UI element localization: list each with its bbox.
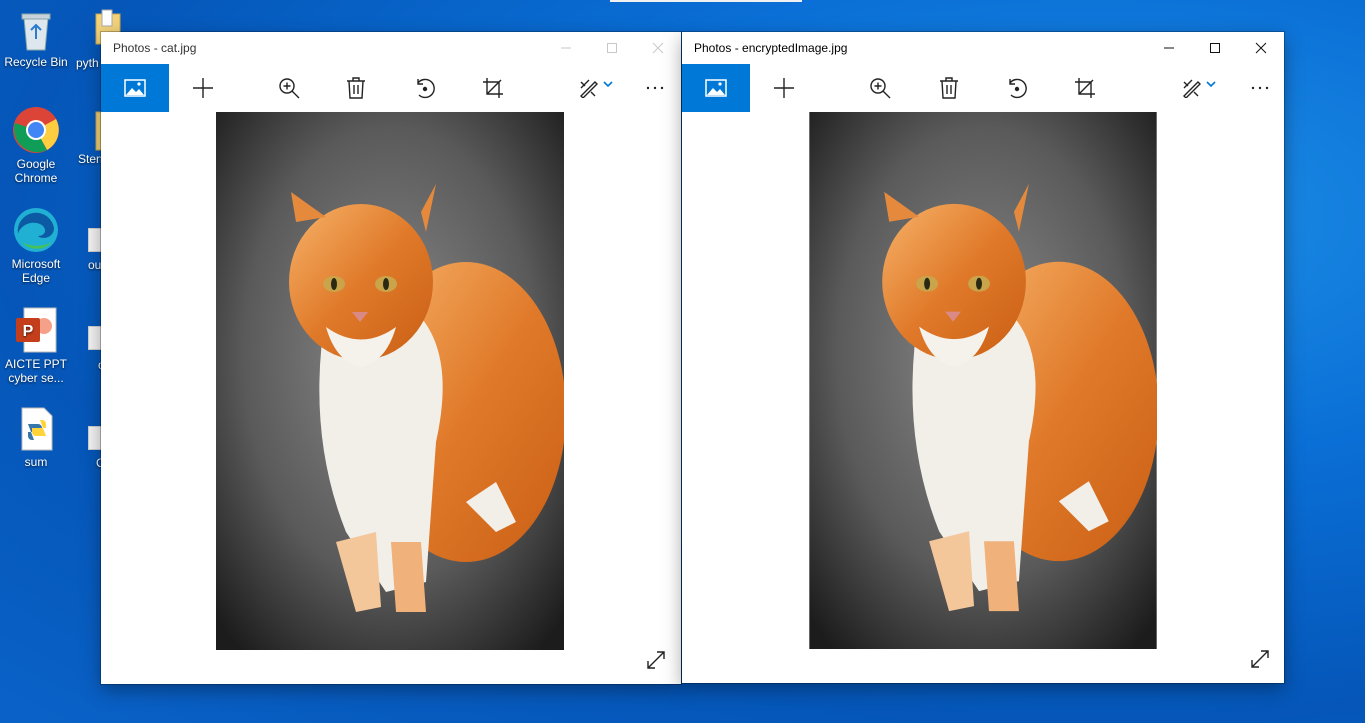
maximize-icon — [1210, 43, 1220, 53]
rotate-button[interactable] — [403, 64, 447, 112]
desktop-icon-label: pyth — [76, 56, 99, 70]
add-button[interactable] — [762, 64, 806, 112]
expand-icon — [1251, 650, 1269, 668]
minimize-button[interactable] — [1146, 32, 1192, 64]
powerpoint-icon: P — [16, 307, 57, 353]
desktop-icon-label: ou — [88, 258, 102, 272]
chrome-icon — [13, 107, 59, 153]
desktop-icon-label: Sten — [78, 152, 103, 166]
crop-icon — [483, 78, 503, 98]
desktop-icon-label: AICTE PPT cyber se... — [4, 357, 67, 385]
edge-icon — [14, 208, 58, 252]
more-button[interactable] — [633, 64, 677, 112]
title-bar[interactable]: Photos - encryptedImage.jpg — [682, 32, 1284, 64]
desktop-icon-label: Microsoft Edge — [11, 257, 61, 285]
photo-canvas[interactable] — [101, 112, 681, 684]
edit-icon — [580, 79, 598, 98]
add-icon — [774, 78, 794, 98]
delete-button[interactable] — [927, 64, 971, 112]
desktop-icon-ou[interactable]: ou — [88, 258, 101, 272]
delete-icon — [940, 77, 958, 99]
zoom-in-icon — [870, 78, 891, 99]
more-icon — [646, 86, 664, 90]
photos-toolbar — [682, 64, 1284, 112]
fullscreen-button[interactable] — [644, 648, 668, 672]
minimize-button[interactable] — [543, 32, 589, 64]
collection-button[interactable] — [682, 64, 750, 112]
close-button[interactable] — [1238, 32, 1284, 64]
image-icon — [124, 79, 146, 97]
zoom-button[interactable] — [267, 64, 311, 112]
close-icon — [652, 42, 664, 54]
add-icon — [193, 78, 213, 98]
photos-window-cat[interactable]: Photos - cat.jpg — [101, 32, 681, 684]
edit-create-button[interactable] — [1172, 64, 1226, 112]
cat-image — [216, 112, 564, 650]
more-button[interactable] — [1238, 64, 1282, 112]
desktop-icon-label: sum — [24, 455, 48, 469]
minimize-icon — [561, 47, 571, 49]
rotate-icon — [1009, 78, 1027, 99]
desktop-icon-chrome[interactable]: Google Chrome — [0, 106, 72, 185]
desktop-icon-label: Recycle Bin — [4, 55, 68, 69]
collection-button[interactable] — [101, 64, 169, 112]
taskbar-fragment — [610, 0, 802, 2]
desktop-icon-sum[interactable]: sum — [0, 406, 72, 469]
photos-toolbar — [101, 64, 681, 112]
photo-canvas[interactable] — [682, 112, 1284, 683]
desktop-icon-edge[interactable]: Microsoft Edge — [0, 206, 72, 285]
desktop-icon-label: Google Chrome — [14, 157, 58, 185]
expand-icon — [647, 651, 665, 669]
title-bar[interactable]: Photos - cat.jpg — [101, 32, 681, 64]
maximize-button[interactable] — [1192, 32, 1238, 64]
edit-icon — [1183, 79, 1201, 98]
crop-icon — [1075, 78, 1095, 98]
window-title: Photos - cat.jpg — [113, 41, 197, 55]
image-icon — [705, 79, 727, 97]
delete-icon — [347, 77, 365, 99]
desktop-icon-recycle-bin[interactable]: Recycle Bin — [0, 8, 72, 69]
chevron-down-icon — [1206, 81, 1216, 88]
minimize-icon — [1164, 47, 1174, 49]
rotate-icon — [417, 78, 435, 99]
more-icon — [1251, 86, 1269, 90]
cat-image — [809, 112, 1157, 649]
crop-button[interactable] — [1063, 64, 1107, 112]
svg-text:P: P — [23, 323, 34, 340]
crop-button[interactable] — [471, 64, 515, 112]
fullscreen-button[interactable] — [1248, 647, 1272, 671]
cat-photo — [809, 112, 1157, 649]
zoom-button[interactable] — [858, 64, 902, 112]
rotate-button[interactable] — [995, 64, 1039, 112]
chevron-down-icon — [603, 81, 613, 88]
recycle-bin-icon — [21, 13, 51, 51]
maximize-icon — [607, 43, 617, 53]
cat-photo — [216, 112, 564, 650]
python-file-icon — [21, 407, 53, 451]
window-title: Photos - encryptedImage.jpg — [694, 41, 848, 55]
desktop-icon-aicte-ppt[interactable]: P AICTE PPT cyber se... — [0, 306, 72, 385]
add-button[interactable] — [181, 64, 225, 112]
close-button[interactable] — [635, 32, 681, 64]
close-icon — [1255, 42, 1267, 54]
maximize-button[interactable] — [589, 32, 635, 64]
zoom-in-icon — [279, 78, 300, 99]
photos-window-encrypted[interactable]: Photos - encryptedImage.jpg — [682, 32, 1284, 683]
edit-create-button[interactable] — [569, 64, 623, 112]
delete-button[interactable] — [334, 64, 378, 112]
